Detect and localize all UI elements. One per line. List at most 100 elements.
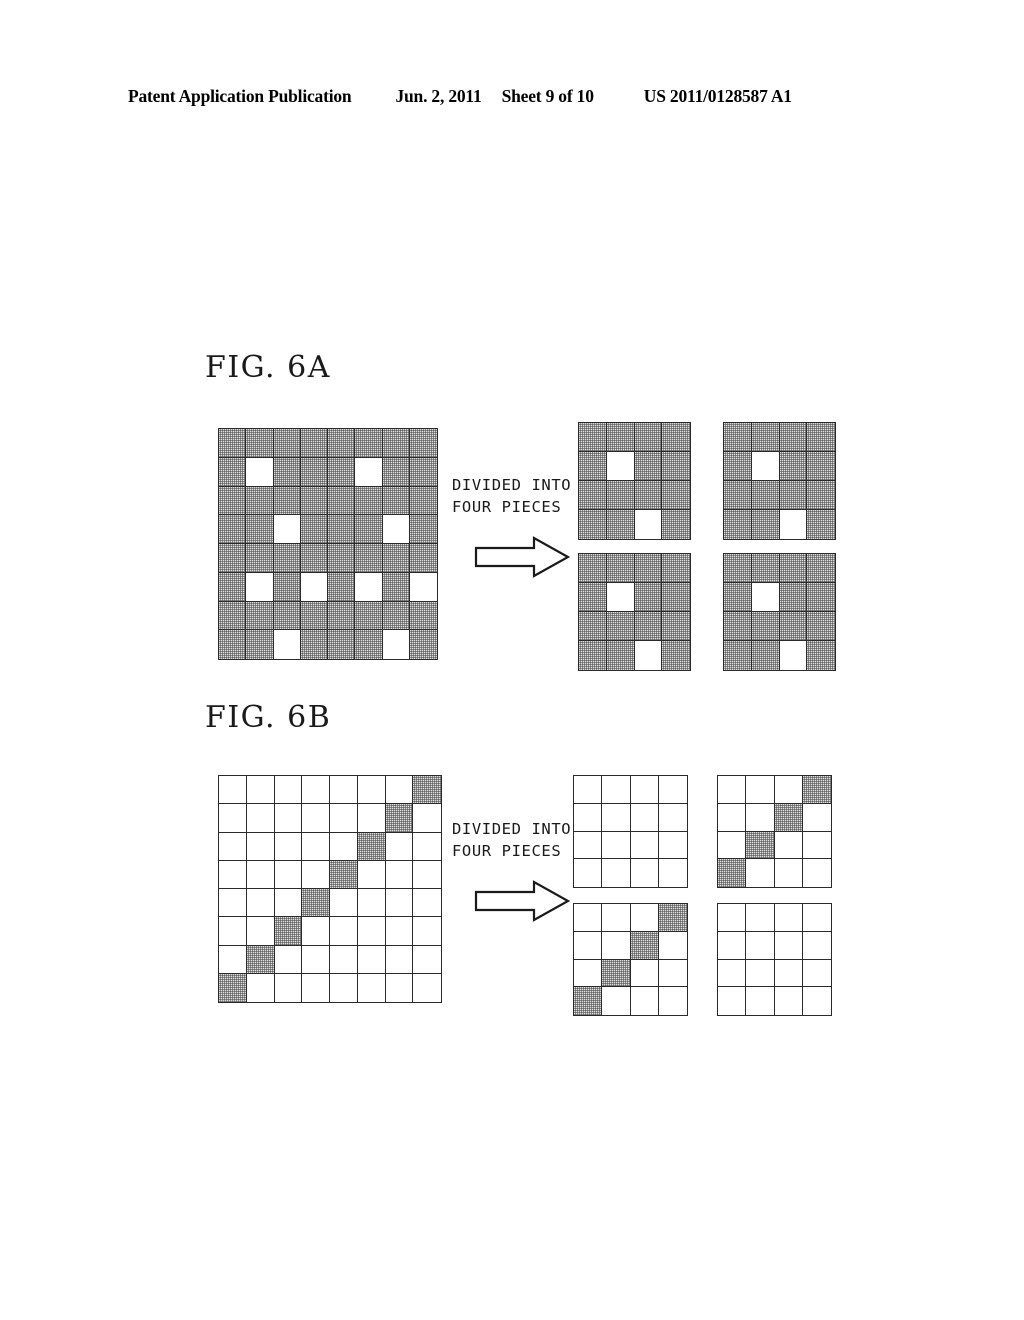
grid-cell [273, 457, 301, 487]
grid-cell [579, 423, 607, 452]
grid-cell [606, 583, 635, 612]
right-arrow-outline-icon [474, 880, 571, 927]
grid-cell [602, 959, 631, 988]
figure-6b-label: FIG. 6B [205, 700, 332, 735]
grid-cell [413, 889, 441, 918]
grid-cell [662, 641, 690, 670]
header-sheet-number: Sheet 9 of 10 [501, 86, 594, 106]
grid-cell [273, 544, 301, 573]
grid-cell [328, 630, 356, 659]
grid-cell [219, 515, 247, 544]
grid-cell [413, 776, 441, 805]
grid-cell [662, 612, 690, 641]
grid-cell [328, 544, 356, 573]
grid-cell [219, 973, 247, 1002]
grid-cell [413, 917, 441, 946]
grid-cell [802, 987, 831, 1015]
grid-cell [300, 544, 328, 573]
grid-cell [219, 601, 247, 631]
grid-cell [634, 510, 663, 539]
grid-cell [606, 423, 635, 452]
grid-cell [751, 481, 780, 510]
grid-cell [246, 973, 275, 1002]
grid-cell [606, 452, 635, 481]
grid-cell [630, 931, 659, 960]
grid-cell [807, 554, 835, 583]
grid-cell [662, 423, 690, 452]
grid-cell [385, 917, 414, 946]
grid-cell [602, 904, 631, 932]
grid-cell [274, 860, 303, 889]
grid-cell [409, 486, 437, 516]
grid-cell [328, 601, 356, 631]
grid-cell [779, 481, 808, 510]
grid-cell [807, 612, 835, 641]
grid-cell [330, 860, 358, 889]
grid-cell [246, 630, 274, 659]
grid-cell [606, 641, 635, 670]
grid-cell [751, 641, 780, 670]
grid-cell [246, 945, 275, 974]
grid-cell [774, 803, 803, 832]
grid-cell [382, 630, 410, 659]
grid-cell [300, 601, 328, 631]
grid-cell [718, 959, 747, 988]
grid-cell [574, 987, 603, 1015]
grid-cell [273, 601, 301, 631]
header-patent-number: US 2011/0128587 A1 [643, 86, 792, 106]
grid-cell [574, 776, 603, 804]
figure-6a-transition: DIVIDED INTO FOUR PIECES [452, 474, 571, 583]
grid-cell [355, 429, 383, 458]
grid-cell [355, 515, 383, 544]
grid-cell [574, 831, 603, 860]
grid-cell [246, 832, 275, 861]
grid-cell [662, 452, 690, 481]
figure-6b-transition: DIVIDED INTO FOUR PIECES [452, 818, 571, 927]
grid-cell [246, 572, 274, 602]
grid-cell [409, 544, 437, 573]
grid-cell [357, 917, 386, 946]
grid-cell [658, 776, 687, 804]
right-arrow-outline-icon [474, 536, 571, 583]
grid-cell [330, 917, 358, 946]
grid-cell [751, 510, 780, 539]
grid-cell [751, 452, 780, 481]
grid-cell [779, 554, 808, 583]
grid-cell [658, 859, 687, 887]
grid-cell [302, 917, 330, 946]
grid-cell [382, 457, 410, 487]
grid-cell [219, 457, 247, 487]
grid-cell [634, 423, 663, 452]
grid-cell [634, 612, 663, 641]
grid-cell [662, 510, 690, 539]
grid-cell [219, 889, 247, 918]
grid-cell [328, 457, 356, 487]
grid-cell [409, 515, 437, 544]
grid-cell [273, 515, 301, 544]
grid-cell [385, 945, 414, 974]
grid-cell [779, 452, 808, 481]
grid-cell [746, 859, 775, 887]
grid-cell [302, 889, 330, 918]
grid-cell [246, 804, 275, 833]
grid-cell [724, 510, 752, 539]
grid-cell [579, 583, 607, 612]
grid-cell [658, 959, 687, 988]
grid-cell [658, 931, 687, 960]
grid-cell [274, 917, 303, 946]
grid-cell [630, 859, 659, 887]
grid-cell [779, 641, 808, 670]
grid-cell [807, 510, 835, 539]
grid-cell [409, 630, 437, 659]
grid-cell [273, 429, 301, 458]
grid-cell [219, 630, 247, 659]
grid-cell [219, 776, 247, 805]
grid-cell [328, 515, 356, 544]
grid-cell [382, 544, 410, 573]
divided-grid-6a-top-right [723, 422, 836, 540]
grid-cell [273, 630, 301, 659]
grid-cell [658, 831, 687, 860]
grid-cell [385, 860, 414, 889]
grid-cell [409, 457, 437, 487]
grid-cell [602, 987, 631, 1015]
